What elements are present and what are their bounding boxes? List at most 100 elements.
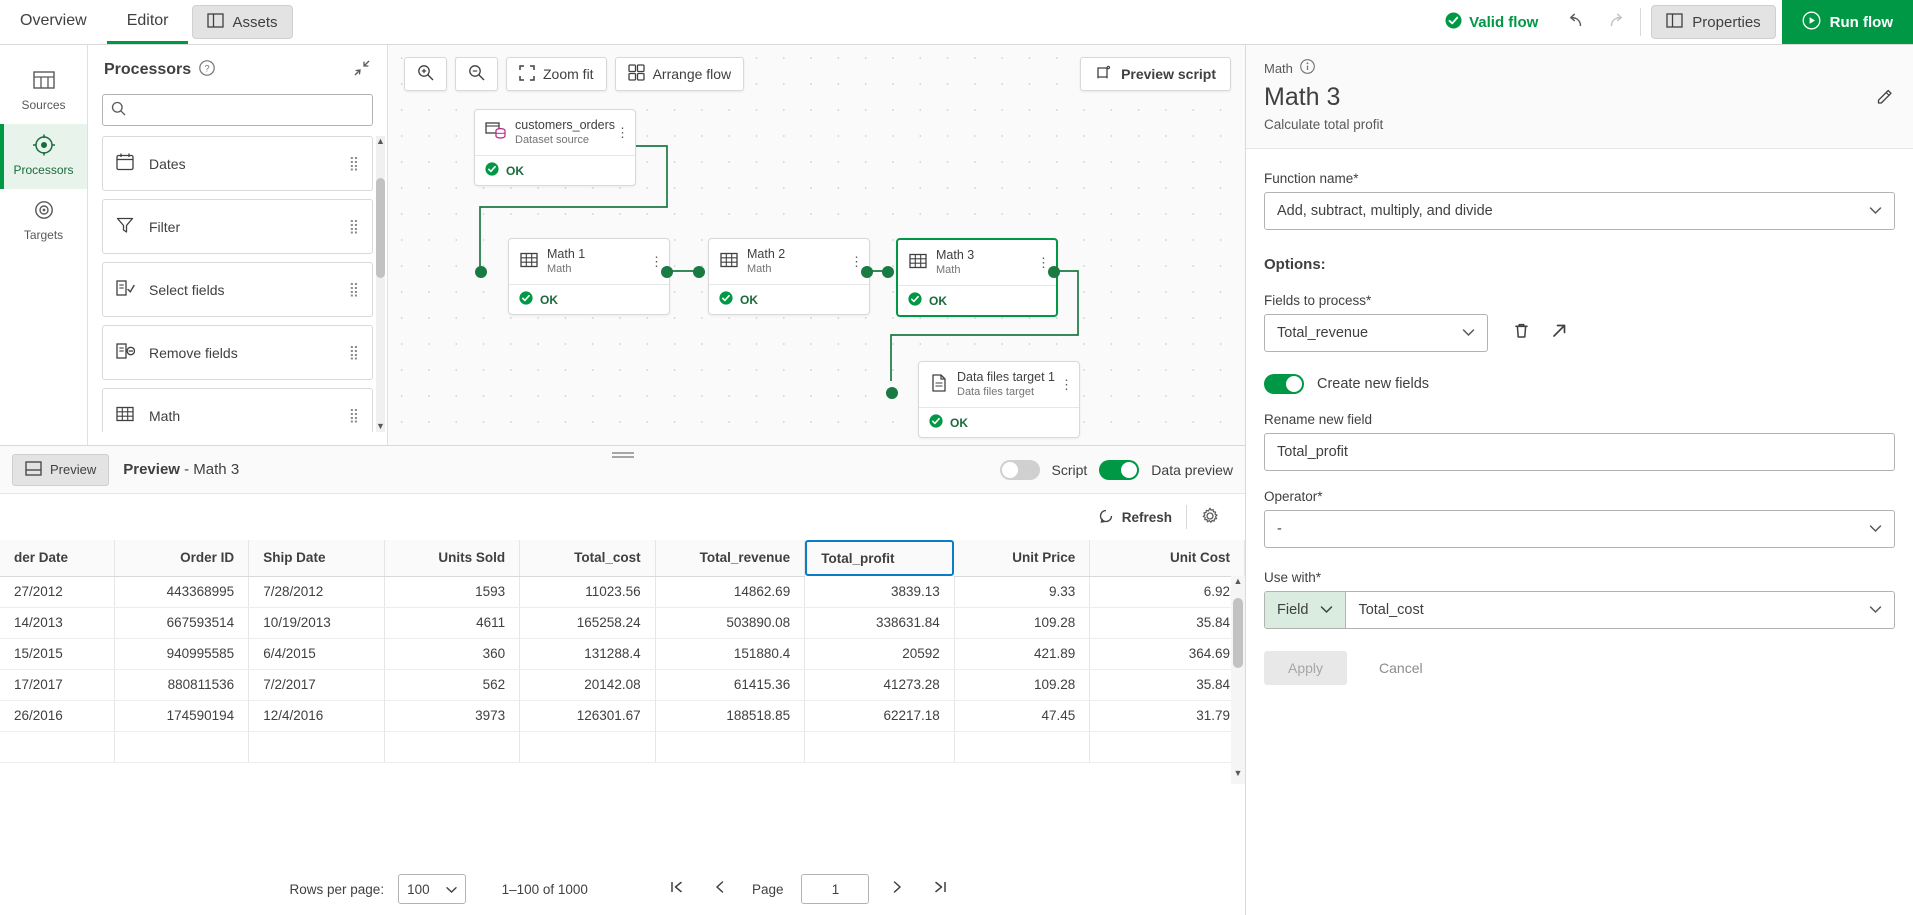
column-header-unit-price[interactable]: Unit Price [954, 540, 1091, 577]
undo-button[interactable] [1556, 0, 1596, 44]
node-menu-icon[interactable]: ⋮ [1060, 378, 1073, 391]
delete-field-button[interactable] [1502, 321, 1540, 345]
processor-search-box[interactable] [102, 94, 373, 126]
zoom-fit-button[interactable]: Zoom fit [506, 57, 607, 91]
chevron-down-icon [1869, 522, 1882, 536]
function-name-select[interactable]: Add, subtract, multiply, and divide [1264, 192, 1895, 230]
data-preview-toggle[interactable] [1099, 459, 1140, 480]
preview-resize-handle[interactable] [611, 452, 634, 458]
node-input-port[interactable] [882, 266, 894, 278]
column-header-total-cost[interactable]: Total_cost [519, 540, 656, 577]
apply-button[interactable]: Apply [1264, 651, 1348, 685]
run-flow-button[interactable]: Run flow [1781, 0, 1913, 44]
processor-item-dates[interactable]: Dates ⣿ [102, 136, 373, 191]
table-row[interactable]: 27/2012 443368995 7/28/2012 1593 11023.5… [0, 576, 1245, 608]
create-new-fields-toggle[interactable] [1264, 374, 1304, 394]
flow-canvas[interactable]: Zoom fit Arrange flow Preview script cus… [388, 45, 1245, 445]
column-header-total-profit[interactable]: Total_profit [805, 540, 955, 576]
redo-button[interactable] [1596, 0, 1636, 44]
file-target-icon [929, 373, 949, 396]
script-toggle[interactable] [999, 459, 1040, 480]
scroll-down-arrow[interactable]: ▼ [1231, 768, 1245, 784]
arrange-flow-button[interactable]: Arrange flow [614, 57, 745, 91]
pencil-icon[interactable] [1875, 86, 1895, 109]
node-output-port[interactable] [661, 266, 673, 278]
drag-handle-icon[interactable]: ⣿ [349, 408, 360, 422]
flow-node-math-3[interactable]: Math 3 Math ⋮ OK [882, 238, 1060, 318]
node-output-port[interactable] [861, 266, 873, 278]
page-number-input[interactable] [801, 874, 870, 904]
column-header-order-id[interactable]: Order ID [114, 540, 250, 577]
drag-handle-icon[interactable]: ⣿ [349, 156, 360, 170]
table-vertical-scrollbar[interactable]: ▲ ▼ [1231, 576, 1245, 784]
table-row[interactable]: 14/2013 667593514 10/19/2013 4611 165258… [0, 607, 1245, 639]
node-menu-icon[interactable]: ⋮ [616, 126, 629, 139]
preview-toggle-button[interactable]: Preview [12, 453, 110, 486]
table-row[interactable] [0, 731, 1245, 763]
column-header-total-revenue[interactable]: Total_revenue [655, 540, 806, 577]
processors-scrollbar[interactable]: ▲ ▼ [376, 136, 385, 432]
table-row[interactable]: 17/2017 880811536 7/2/2017 562 20142.08 … [0, 669, 1245, 701]
node-input-port[interactable] [475, 266, 487, 278]
node-menu-icon[interactable]: ⋮ [650, 255, 663, 268]
processor-item-select-fields[interactable]: Select fields ⣿ [102, 262, 373, 317]
open-external-icon [1550, 321, 1569, 345]
table-row[interactable]: 15/2015 940995585 6/4/2015 360 131288.4 … [0, 638, 1245, 670]
prev-page-button[interactable] [706, 880, 734, 898]
node-menu-icon[interactable]: ⋮ [1037, 256, 1050, 269]
search-input[interactable] [132, 102, 364, 118]
rail-item-targets[interactable]: Targets [0, 189, 87, 254]
preview-settings-button[interactable] [1186, 505, 1233, 529]
tab-overview[interactable]: Overview [0, 0, 107, 44]
properties-button[interactable]: Properties [1651, 5, 1776, 39]
column-header-order-date[interactable]: der Date [0, 540, 115, 577]
column-header-units-sold[interactable]: Units Sold [384, 540, 521, 577]
rail-item-processors[interactable]: Processors [0, 124, 87, 189]
zoom-in-button[interactable] [404, 57, 447, 91]
node-menu-icon[interactable]: ⋮ [850, 255, 863, 268]
collapse-icon[interactable] [353, 59, 371, 80]
refresh-button[interactable]: Refresh [1084, 508, 1186, 527]
flow-node-customers-orders[interactable]: customers_orders Dataset source ⋮ OK [474, 76, 728, 187]
scrollbar-thumb[interactable] [376, 178, 385, 278]
toggle-knob [1121, 461, 1138, 478]
preview-script-button[interactable]: Preview script [1080, 57, 1231, 91]
open-field-editor-button[interactable] [1540, 321, 1578, 345]
operator-select[interactable]: - [1264, 510, 1895, 548]
rows-per-page-select[interactable]: 100 [398, 874, 466, 904]
scrollbar-thumb[interactable] [1233, 598, 1243, 668]
use-with-type-select[interactable]: Field [1265, 592, 1347, 628]
flow-node-data-files-target-1[interactable]: Data files target 1 Data files target ⋮ … [886, 361, 1080, 439]
drag-handle-icon[interactable]: ⣿ [349, 282, 360, 296]
flow-node-math-2[interactable]: Math 2 Math ⋮ OK [693, 238, 873, 316]
scroll-up-arrow[interactable]: ▲ [376, 136, 385, 147]
first-page-button[interactable] [662, 880, 692, 898]
next-page-button[interactable] [883, 880, 911, 898]
column-header-ship-date[interactable]: Ship Date [248, 540, 385, 577]
rail-item-sources[interactable]: Sources [0, 59, 87, 124]
tab-editor[interactable]: Editor [106, 0, 189, 44]
scroll-down-arrow[interactable]: ▼ [376, 421, 385, 432]
preview-table-scroll[interactable]: der Date Order ID Ship Date Units Sold T… [0, 540, 1245, 784]
node-input-port[interactable] [693, 266, 705, 278]
node-input-port[interactable] [886, 387, 898, 399]
node-output-port[interactable] [1048, 266, 1060, 278]
info-icon[interactable] [1300, 59, 1315, 77]
use-with-value-select[interactable]: Total_cost [1346, 592, 1894, 628]
rename-new-field-input[interactable]: Total_profit [1264, 433, 1895, 471]
question-circle-icon[interactable]: ? [199, 60, 215, 79]
column-header-unit-cost[interactable]: Unit Cost [1089, 540, 1245, 577]
drag-handle-icon[interactable]: ⣿ [349, 219, 360, 233]
drag-handle-icon[interactable]: ⣿ [349, 345, 360, 359]
fields-to-process-select[interactable]: Total_revenue [1264, 314, 1488, 352]
cancel-button[interactable]: Cancel [1357, 651, 1445, 685]
last-page-button[interactable] [925, 880, 955, 898]
processor-item-remove-fields[interactable]: Remove fields ⣿ [102, 325, 373, 380]
processor-item-math[interactable]: Math ⣿ [102, 388, 373, 432]
table-row[interactable]: 26/2016 174590194 12/4/2016 3973 126301.… [0, 700, 1245, 732]
flow-node-math-1[interactable]: Math 1 Math ⋮ OK [475, 238, 673, 316]
assets-button[interactable]: Assets [192, 5, 293, 39]
zoom-out-button[interactable] [455, 57, 498, 91]
processor-item-filter[interactable]: Filter ⣿ [102, 199, 373, 254]
scroll-up-arrow[interactable]: ▲ [1231, 576, 1245, 592]
